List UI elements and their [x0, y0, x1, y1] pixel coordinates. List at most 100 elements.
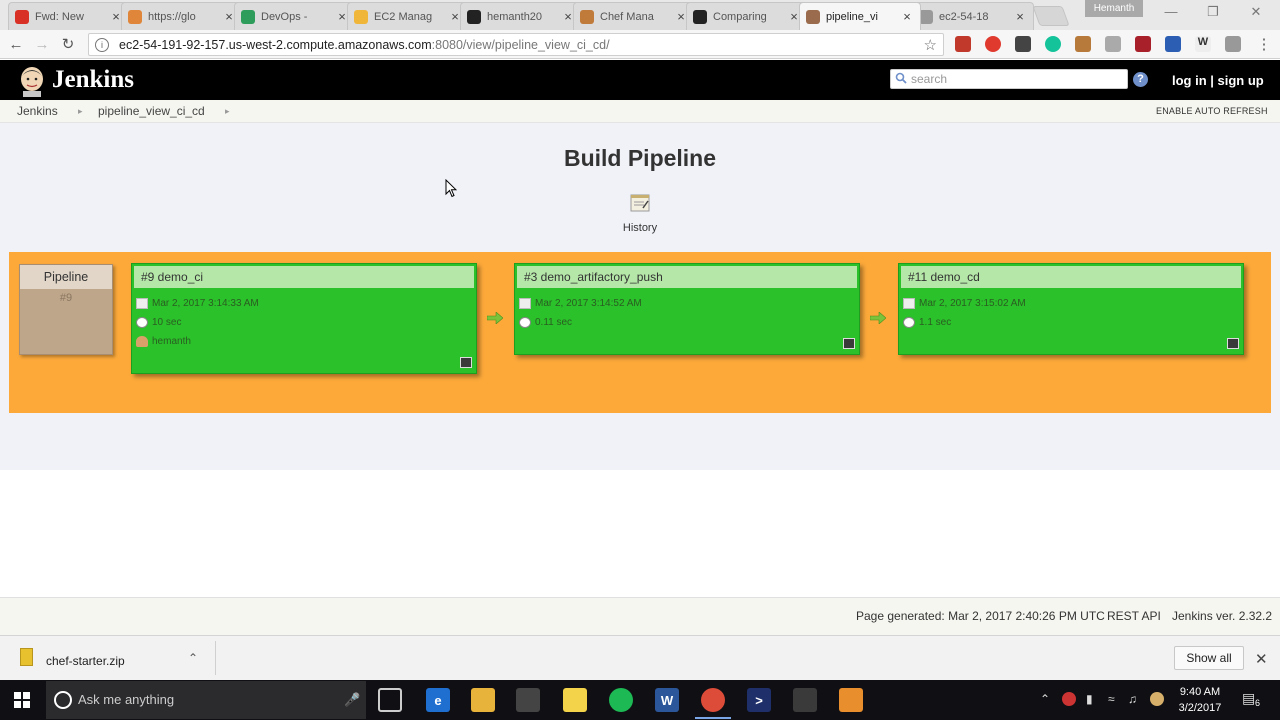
build-duration: 0.11 sec — [535, 317, 573, 328]
build-duration-row: 10 sec — [136, 317, 181, 328]
pipeline-number[interactable]: #9 — [20, 292, 112, 304]
chrome-icon[interactable] — [701, 688, 725, 712]
history-link[interactable]: History — [610, 222, 670, 234]
microphone-icon[interactable]: 🎤 — [344, 692, 360, 708]
sticky-notes-icon[interactable] — [563, 688, 587, 712]
cortana-icon — [54, 691, 72, 709]
build-duration: 1.1 sec — [919, 317, 952, 328]
edge-icon[interactable]: e — [426, 688, 450, 712]
browser-tab[interactable]: Chef Mana × — [573, 2, 695, 30]
build-title[interactable]: #11 demo_cd — [901, 266, 1241, 288]
git-icon[interactable] — [793, 688, 817, 712]
build-title[interactable]: #3 demo_artifactory_push — [517, 266, 857, 288]
profile-button[interactable]: Hemanth — [1085, 0, 1143, 17]
close-tab-icon[interactable]: × — [1013, 9, 1027, 24]
grammarly-icon[interactable] — [1045, 36, 1061, 52]
tab-title: ec2-54-18 — [939, 10, 989, 23]
build-date-row: Mar 2, 2017 3:15:02 AM — [903, 298, 1026, 309]
clock-date: 3/2/2017 — [1178, 702, 1222, 714]
build-date-row: Mar 2, 2017 3:14:33 AM — [136, 298, 259, 309]
word-icon[interactable]: W — [655, 688, 679, 712]
browser-tab[interactable]: Comparing × — [686, 2, 808, 30]
calendar-icon — [519, 298, 531, 309]
page-icon — [919, 9, 933, 24]
download-item[interactable]: chef-starter.zip — [46, 654, 125, 668]
wifi-icon[interactable]: ≈ — [1108, 692, 1115, 706]
login-signup-link[interactable]: log in | sign up — [1172, 73, 1264, 88]
browser-tab[interactable]: ec2-54-18 × — [912, 2, 1034, 30]
jenkins-icon — [806, 9, 820, 24]
build-duration-row: 0.11 sec — [519, 317, 572, 328]
browser-tab[interactable]: hemanth20 × — [460, 2, 582, 30]
back-arrow-icon[interactable]: ← — [6, 35, 26, 55]
show-all-button[interactable]: Show all — [1174, 646, 1244, 670]
build-title[interactable]: #9 demo_ci — [134, 266, 474, 288]
browser-tab[interactable]: DevOps - × — [234, 2, 356, 30]
volume-icon[interactable]: ♫ — [1128, 692, 1137, 706]
url-bar[interactable]: i ec2-54-191-92-157.us-west-2.compute.am… — [88, 33, 944, 56]
minimize-icon[interactable]: — — [1160, 4, 1182, 22]
close-tab-icon[interactable]: × — [900, 9, 914, 24]
enable-auto-refresh-link[interactable]: ENABLE AUTO REFRESH — [1156, 106, 1268, 116]
jenkins-butler-icon[interactable] — [18, 65, 46, 97]
windows-start-icon[interactable] — [14, 692, 30, 708]
task-view-icon[interactable] — [378, 688, 402, 712]
word-ext-icon[interactable]: W — [1195, 36, 1211, 52]
browser-tab[interactable]: https://glo × — [121, 2, 243, 30]
restore-icon[interactable]: ❐ — [1202, 4, 1224, 22]
tray-app-icon[interactable] — [1062, 692, 1076, 706]
extension-icon[interactable] — [1105, 36, 1121, 52]
jenkins-version-link[interactable]: Jenkins ver. 2.32.2 — [1172, 609, 1272, 623]
close-icon[interactable]: ✕ — [1255, 650, 1268, 668]
chrome-menu-icon[interactable]: ⋮ — [1254, 35, 1274, 55]
tab-title: https://glo — [148, 10, 196, 23]
opera-icon[interactable] — [985, 36, 1001, 52]
build-card-demo-cd[interactable]: #11 demo_cd Mar 2, 2017 3:15:02 AM 1.1 s… — [898, 263, 1244, 355]
extension-icon[interactable] — [1225, 36, 1241, 52]
console-icon[interactable] — [460, 357, 472, 368]
tray-app-icon[interactable] — [1150, 692, 1164, 706]
ublock-icon[interactable] — [1135, 36, 1151, 52]
breadcrumb-view[interactable]: pipeline_view_ci_cd — [98, 104, 205, 118]
notifications-icon[interactable]: ▤ — [1242, 690, 1255, 707]
help-icon[interactable]: ? — [1133, 72, 1148, 87]
breadcrumb-jenkins[interactable]: Jenkins — [17, 104, 58, 118]
browser-tab[interactable]: Fwd: New × — [8, 2, 130, 30]
tab-title: Comparing — [713, 10, 767, 23]
search-input[interactable]: search — [890, 69, 1128, 89]
battery-icon[interactable]: ▮ — [1086, 692, 1093, 706]
bookmark-ext-icon[interactable] — [1165, 36, 1181, 52]
site-info-icon[interactable]: i — [95, 37, 109, 52]
history-notepad-icon[interactable] — [630, 193, 650, 213]
close-window-icon[interactable]: ✕ — [1245, 4, 1267, 22]
build-card-demo-ci[interactable]: #9 demo_ci Mar 2, 2017 3:14:33 AM 10 sec… — [131, 263, 477, 374]
app-icon[interactable] — [839, 688, 863, 712]
browser-tab[interactable]: EC2 Manag × — [347, 2, 469, 30]
reload-icon[interactable]: ↻ — [58, 35, 78, 55]
tab-title: hemanth20 — [487, 10, 543, 23]
search-icon — [895, 72, 907, 84]
console-icon[interactable] — [843, 338, 855, 349]
store-icon[interactable] — [516, 688, 540, 712]
chevron-up-icon[interactable]: ⌃ — [1040, 692, 1050, 706]
build-user-row: hemanth — [136, 336, 191, 347]
cortana-search-box[interactable]: Ask me anything 🎤 — [46, 681, 366, 719]
file-explorer-icon[interactable] — [471, 688, 495, 712]
chevron-up-icon[interactable]: ⌃ — [188, 651, 198, 665]
rest-api-link[interactable]: REST API — [1107, 609, 1161, 623]
build-card-demo-artifactory-push[interactable]: #3 demo_artifactory_push Mar 2, 2017 3:1… — [514, 263, 860, 355]
console-icon[interactable] — [1227, 338, 1239, 349]
tab-title: Fwd: New — [35, 10, 84, 23]
aws-icon — [354, 9, 368, 24]
extension-icon[interactable] — [1075, 36, 1091, 52]
browser-tab[interactable]: pipeline_vi × — [799, 2, 921, 30]
pipeline-trigger-cell[interactable]: Pipeline #9 — [19, 264, 113, 355]
adblock-icon[interactable] — [955, 36, 971, 52]
taskbar-clock[interactable]: 9:40 AM 3/2/2017 — [1172, 684, 1228, 716]
powershell-icon[interactable]: > — [747, 688, 771, 712]
pocket-icon[interactable] — [1015, 36, 1031, 52]
forward-arrow-icon[interactable]: → — [32, 35, 52, 55]
jenkins-logo-text[interactable]: Jenkins — [52, 66, 134, 94]
spotify-icon[interactable] — [609, 688, 633, 712]
bookmark-star-icon[interactable]: ☆ — [924, 36, 937, 54]
